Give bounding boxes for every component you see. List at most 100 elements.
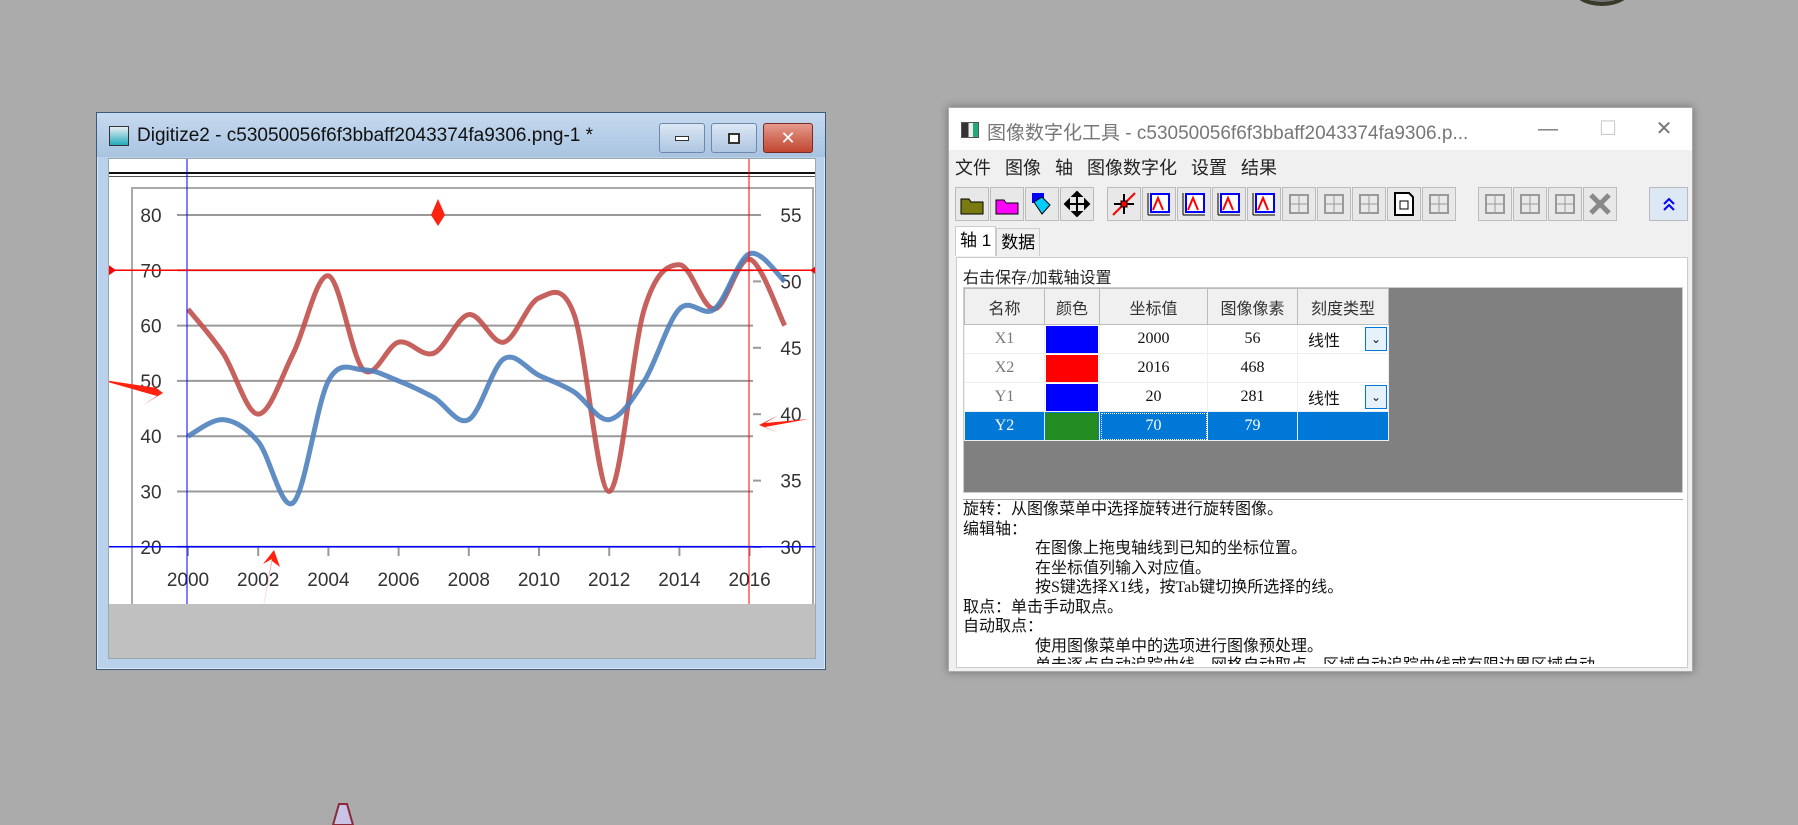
image-pixel-cell[interactable]: 281	[1207, 382, 1298, 412]
image-canvas[interactable]: 80 70 60 50 40 30 20 55 50 45 40 35 30 2000 2002 2004 20…	[108, 158, 816, 659]
image-pixel-cell[interactable]: 56	[1207, 324, 1298, 354]
x-tick-label: 2000	[167, 570, 209, 591]
bounded-trace-button[interactable]	[1247, 187, 1281, 221]
region-trace-icon	[1217, 193, 1240, 216]
help-line: 旋转：从图像菜单中选择旋转进行旋转图像。	[963, 501, 1284, 518]
menu-item-3[interactable]: 图像数字化	[1087, 154, 1177, 180]
scale-type-cell[interactable]: 线性 ⌄	[1297, 324, 1389, 354]
tab-data[interactable]: 数据	[996, 228, 1041, 256]
add-column-button[interactable]	[1478, 187, 1512, 221]
open-folder-button[interactable]	[990, 187, 1024, 221]
y-left-tick-label: 30	[140, 483, 161, 504]
header-rule	[109, 176, 815, 177]
color-cell[interactable]	[1044, 324, 1100, 354]
color-swatch[interactable]	[1046, 354, 1098, 382]
coordinate-value-cell[interactable]: 2016	[1099, 353, 1208, 383]
menu-bar: 文件 图像轴图像数字化 设置 结果	[955, 154, 1277, 180]
delete-button[interactable]	[1583, 187, 1617, 221]
close-button[interactable]: ✕	[1641, 114, 1687, 144]
help-line: 按S键选择X1线，按Tab键切换所选择的线。	[1035, 579, 1344, 596]
scale-type-value: 线性	[1308, 391, 1341, 408]
axis-row-x1[interactable]: X1 2000 56 线性 ⌄	[964, 324, 1389, 354]
sort-button[interactable]	[1317, 187, 1351, 221]
help-text: 旋转：从图像菜单中选择旋转进行旋转图像。 编辑轴： 在图像上拖曳轴线到已知的坐标位置…	[963, 499, 1683, 664]
add-peak-icon	[1555, 194, 1575, 214]
title-bar[interactable]: 图像数字化工具 - c53050056f6f3bbaff2043374fa930…	[949, 108, 1692, 150]
color-swatch[interactable]	[1046, 325, 1098, 353]
close-button[interactable]: ✕	[763, 123, 813, 153]
add-column-icon	[1485, 194, 1505, 214]
desktop-flask-icon	[331, 803, 355, 825]
chart-image[interactable]: 807060504030205550454035302000 2002 2004 20…	[109, 159, 816, 619]
collapse-button[interactable]	[1649, 187, 1688, 221]
color-swatch[interactable]	[1046, 383, 1098, 411]
color-cell[interactable]	[1044, 382, 1100, 412]
pick-point-button[interactable]	[1107, 187, 1141, 221]
x-tick-label: 2004	[307, 570, 350, 591]
x-tick-label: 2006	[377, 570, 419, 591]
table-button[interactable]	[1422, 187, 1456, 221]
y-right-tick-label: 45	[780, 339, 801, 360]
help-line: 自动取点：	[963, 618, 1044, 635]
coordinate-value-cell[interactable]: 20	[1099, 382, 1208, 412]
grid-pick-button[interactable]	[1177, 187, 1211, 221]
coordinate-value-cell[interactable]: 2000	[1099, 324, 1208, 354]
new-page-icon	[1394, 192, 1414, 216]
tab-axis-1[interactable]: 轴 1	[955, 226, 997, 256]
region-icon	[1359, 194, 1379, 214]
color-cell[interactable]	[1044, 411, 1100, 441]
minimize-button[interactable]: —	[1525, 114, 1571, 144]
col-color[interactable]: 颜色	[1044, 288, 1100, 325]
maximize-button[interactable]: ☐	[1585, 114, 1631, 144]
chevron-down-icon[interactable]: ⌄	[1365, 385, 1387, 409]
axis-row-y2[interactable]: Y2 70 79	[964, 411, 1389, 441]
open-button[interactable]	[955, 187, 989, 221]
col-value[interactable]: 坐标值	[1099, 288, 1208, 325]
app-icon	[109, 126, 129, 146]
x-tick-label: 2008	[448, 570, 490, 591]
scale-type-cell[interactable]	[1297, 411, 1389, 441]
title-bar[interactable]: Digitize2 - c53050056f6f3bbaff2043374fa9…	[97, 113, 825, 157]
table-icon	[1429, 194, 1449, 214]
window-title: 图像数字化工具 - c53050056f6f3bbaff2043374fa930…	[987, 123, 1469, 144]
image-pixel-cell[interactable]: 468	[1207, 353, 1298, 383]
col-name[interactable]: 名称	[964, 288, 1045, 325]
color-cell[interactable]	[1044, 353, 1100, 383]
menu-item-5[interactable]: 结果	[1241, 154, 1277, 180]
help-line: 使用图像菜单中的选项进行图像预处理。	[1035, 637, 1324, 655]
line-button[interactable]	[1282, 187, 1316, 221]
auto-trace-button[interactable]	[1142, 187, 1176, 221]
maximize-icon	[728, 132, 740, 144]
axis-panel: 右击保存/加载轴设置 名称 颜色 坐标值 图像像素 刻度类型 X1 2000 56 线…	[956, 257, 1688, 668]
insert-column-button[interactable]	[1513, 187, 1547, 221]
chevron-down-icon[interactable]: ⌄	[1365, 327, 1387, 351]
menu-item-1[interactable]: 图像	[1005, 154, 1041, 180]
region-button[interactable]	[1352, 187, 1386, 221]
menu-item-2[interactable]: 轴	[1055, 154, 1073, 180]
add-peak-button[interactable]	[1548, 187, 1582, 221]
coordinate-value-cell[interactable]: 70	[1099, 411, 1208, 441]
help-line: 在图像上拖曳轴线到已知的坐标位置。	[1035, 540, 1308, 557]
x-tick-label: 2014	[658, 570, 701, 591]
axis-row-y1[interactable]: Y1 20 281 线性 ⌄	[964, 382, 1389, 412]
x-tick-label: 2016	[728, 570, 770, 591]
col-scale-type[interactable]: 刻度类型	[1297, 288, 1389, 325]
move-axis-button[interactable]	[1060, 187, 1094, 221]
color-swatch[interactable]	[1046, 412, 1098, 440]
minimize-button[interactable]	[659, 123, 705, 153]
axis-row-x2[interactable]: X2 2016 468	[964, 353, 1389, 383]
scale-type-cell[interactable]	[1297, 353, 1389, 383]
axis-name: Y1	[964, 382, 1045, 412]
rotate-button[interactable]	[1025, 187, 1059, 221]
scale-type-cell[interactable]: 线性 ⌄	[1297, 382, 1389, 412]
menu-item-4[interactable]: 设置	[1191, 154, 1227, 180]
window-title: Digitize2 - c53050056f6f3bbaff2043374fa9…	[137, 125, 594, 146]
menu-item-0[interactable]: 文件	[955, 154, 991, 180]
image-pixel-cell[interactable]: 79	[1207, 411, 1298, 441]
move-axis-icon	[1063, 190, 1091, 218]
new-page-button[interactable]	[1387, 187, 1421, 221]
maximize-button[interactable]	[711, 123, 757, 153]
line-icon	[1289, 194, 1309, 214]
col-pixel[interactable]: 图像像素	[1207, 288, 1298, 325]
region-trace-button[interactable]	[1212, 187, 1246, 221]
